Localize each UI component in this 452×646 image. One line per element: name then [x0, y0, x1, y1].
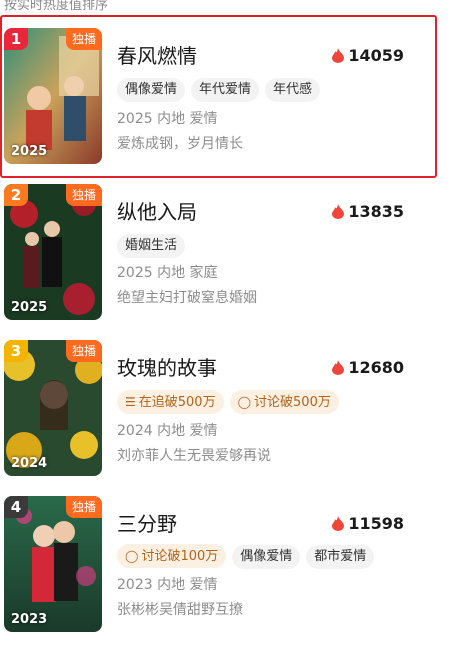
rank-badge: 4	[4, 496, 28, 518]
show-title[interactable]: 春风燃情	[117, 44, 197, 68]
heat-score: 12680	[332, 356, 404, 380]
following-milestone-tag[interactable]: ☰ 在追破500万	[117, 390, 224, 414]
genre-tag[interactable]: 年代感	[265, 78, 321, 102]
exclusive-badge: 独播	[65, 496, 102, 518]
poster-image[interactable]: 4 独播 2023	[4, 496, 102, 632]
tag-list: ☰ 在追破500万 ◯ 讨论破500万	[117, 390, 345, 414]
list-item[interactable]: 1 独播 2025 春风燃情 14059 偶像爱情 年代爱情 年代感 2025 内地…	[0, 28, 452, 178]
flame-icon	[332, 360, 345, 375]
comment-bubble-icon: ◯	[125, 549, 139, 563]
heat-score: 13835	[332, 200, 404, 224]
exclusive-badge: 独播	[65, 340, 102, 362]
discussion-milestone-tag[interactable]: ◯ 讨论破100万	[117, 544, 227, 568]
show-meta: 2025 内地 爱情	[117, 111, 218, 127]
list-item[interactable]: 3 独播 2024 玫瑰的故事 12680 ☰ 在追破500万 ◯ 讨论破500万 2…	[0, 340, 452, 490]
poster-image[interactable]: 1 独播 2025	[4, 28, 102, 164]
heat-score: 11598	[332, 512, 404, 536]
show-description: 绝望主妇打破窒息婚姻	[117, 290, 257, 306]
sort-hint: 按实时热度值排序	[4, 0, 109, 13]
genre-tag[interactable]: 偶像爱情	[232, 545, 301, 569]
following-list-icon: ☰	[125, 395, 136, 409]
list-item[interactable]: 2 独播 2025 纵他入局 13835 婚姻生活 2025 内地 家庭 绝望主…	[0, 184, 452, 334]
genre-tag[interactable]: 都市爱情	[306, 545, 375, 569]
poster-year: 2025	[11, 144, 48, 159]
poster-year: 2024	[11, 456, 48, 471]
genre-tag[interactable]: 年代爱情	[191, 78, 260, 102]
show-meta: 2024 内地 爱情	[117, 423, 218, 439]
tag-list: 偶像爱情 年代爱情 年代感	[117, 78, 326, 102]
show-description: 爱炼成钢，岁月情长	[117, 136, 243, 152]
rank-badge: 2	[4, 184, 28, 206]
tag-list: 婚姻生活	[117, 234, 191, 258]
flame-icon	[332, 48, 345, 63]
show-title[interactable]: 三分野	[117, 512, 177, 536]
poster-year: 2023	[11, 612, 48, 627]
tag-list: ◯ 讨论破100万 偶像爱情 都市爱情	[117, 544, 380, 569]
poster-year: 2025	[11, 300, 48, 315]
flame-icon	[332, 516, 345, 531]
discussion-milestone-tag[interactable]: ◯ 讨论破500万	[229, 390, 339, 414]
exclusive-badge: 独播	[65, 184, 102, 206]
rank-badge: 1	[4, 28, 28, 50]
list-item[interactable]: 4 独播 2023 三分野 11598 ◯ 讨论破100万 偶像爱情 都市爱情 202…	[0, 496, 452, 646]
heat-score: 14059	[332, 44, 404, 68]
show-meta: 2025 内地 家庭	[117, 265, 218, 281]
exclusive-badge: 独播	[65, 28, 102, 50]
comment-bubble-icon: ◯	[237, 395, 252, 409]
show-title[interactable]: 纵他入局	[117, 200, 197, 224]
show-title[interactable]: 玫瑰的故事	[117, 356, 217, 380]
poster-image[interactable]: 3 独播 2024	[4, 340, 102, 476]
show-meta: 2023 内地 爱情	[117, 577, 218, 593]
show-description: 刘亦菲人生无畏爱够再说	[117, 448, 271, 464]
genre-tag[interactable]: 婚姻生活	[117, 234, 186, 258]
rank-badge: 3	[4, 340, 28, 362]
show-description: 张彬彬吴倩甜野互撩	[117, 602, 243, 618]
genre-tag[interactable]: 偶像爱情	[117, 78, 186, 102]
poster-image[interactable]: 2 独播 2025	[4, 184, 102, 320]
flame-icon	[332, 204, 345, 219]
